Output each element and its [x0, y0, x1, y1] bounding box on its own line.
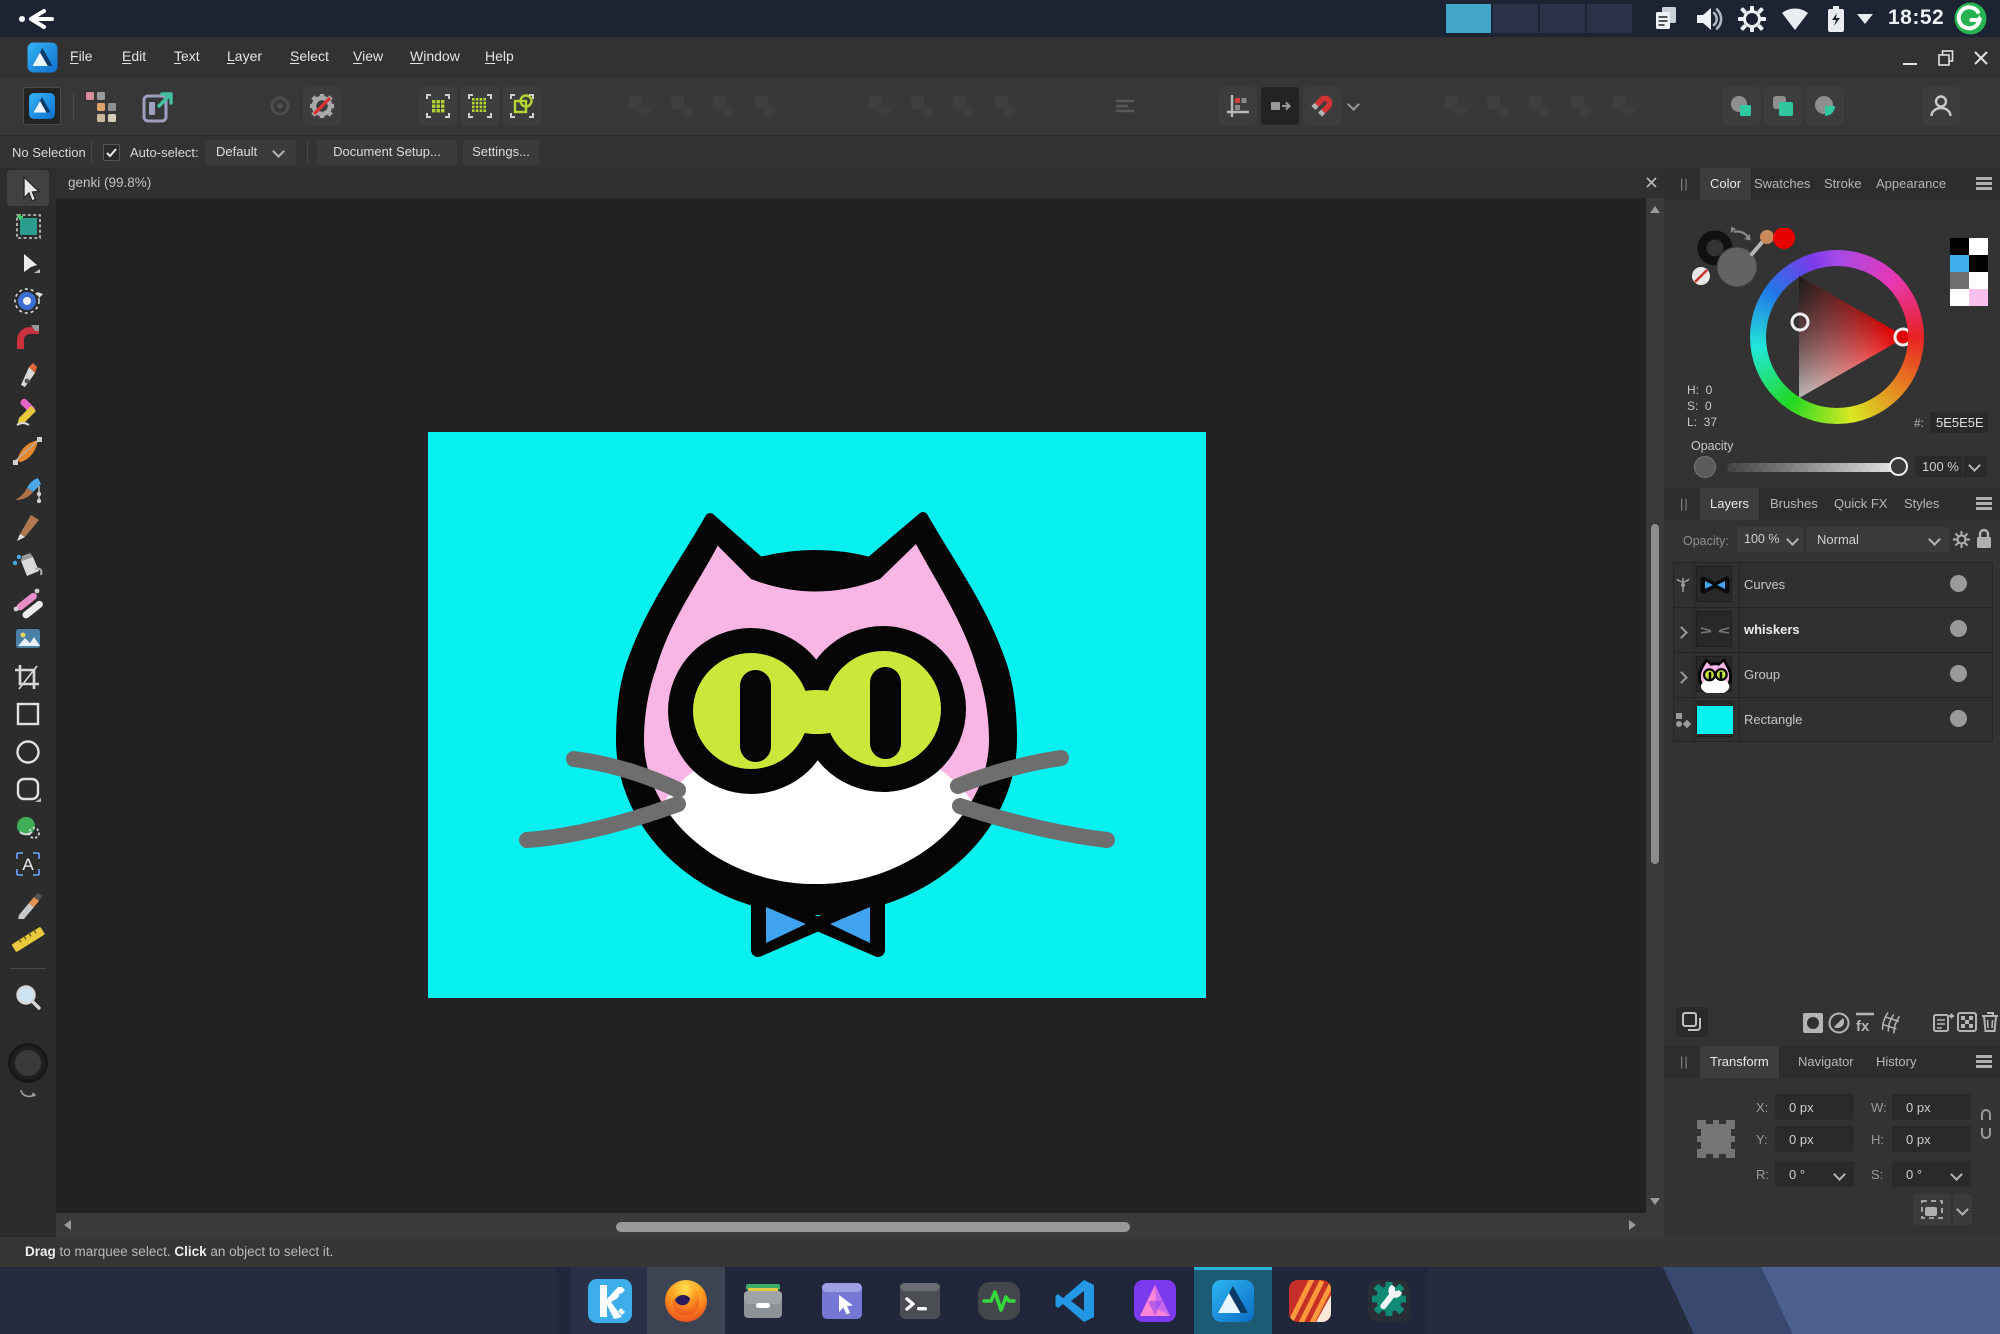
svg-text:A: A [22, 855, 34, 874]
svg-text:fx: fx [1856, 1018, 1870, 1034]
